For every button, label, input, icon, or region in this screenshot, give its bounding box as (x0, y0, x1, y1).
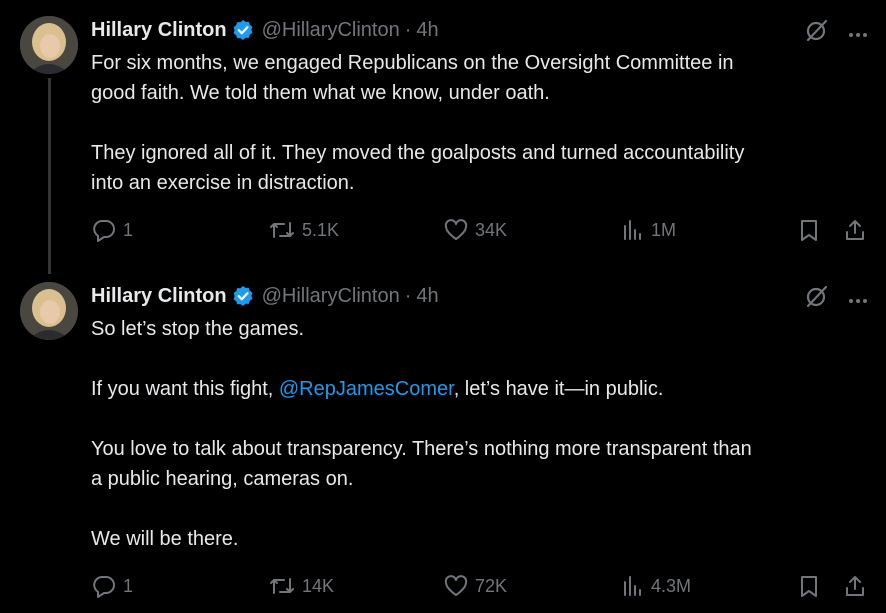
reply-count: 1 (123, 219, 134, 240)
tweet-text-line: So let’s stop the games. (91, 318, 305, 340)
tweet-header: Hillary Clinton @HillaryClinton · 4h (91, 16, 439, 44)
tweet-2[interactable]: Hillary Clinton @HillaryClinton · 4h So … (0, 270, 886, 613)
more-icon[interactable] (848, 25, 868, 43)
avatar[interactable] (20, 282, 78, 340)
tweet-text: For six months, we engaged Republicans o… (91, 48, 871, 198)
views-icon (621, 574, 645, 598)
repost-count: 14K (302, 575, 335, 596)
author-handle[interactable]: @HillaryClinton (262, 19, 400, 42)
share-icon (843, 218, 867, 242)
tweet-top-icons (804, 284, 868, 315)
tweet-text-line: You love to talk about transparency. The… (91, 438, 752, 460)
grok-icon[interactable] (804, 284, 830, 315)
like-icon (443, 218, 469, 242)
views-button[interactable]: 1M (621, 218, 676, 242)
timestamp[interactable]: 4h (416, 285, 438, 308)
tweet-1[interactable]: Hillary Clinton @HillaryClinton · 4h For… (0, 0, 886, 274)
tweet-text-line: a public hearing, cameras on. (91, 468, 354, 490)
tweet-text-line: They ignored all of it. They moved the g… (91, 142, 745, 164)
bookmark-button[interactable] (798, 574, 820, 598)
tweet-actions: 1 5.1K 34K 1M (91, 218, 871, 246)
repost-count: 5.1K (302, 219, 340, 240)
tweet-text-line: into an exercise in distraction. (91, 172, 355, 194)
like-button[interactable]: 34K (443, 218, 507, 242)
verified-badge-icon (232, 19, 254, 41)
views-count: 4.3M (651, 575, 692, 596)
bookmark-button[interactable] (798, 218, 820, 242)
reply-icon (91, 218, 117, 242)
verified-badge-icon (232, 285, 254, 307)
grok-icon[interactable] (804, 18, 830, 49)
thread-line (48, 78, 51, 274)
timestamp[interactable]: 4h (416, 19, 438, 42)
text-segment: , let’s have it—in public. (453, 378, 664, 400)
author-handle[interactable]: @HillaryClinton (262, 285, 400, 308)
reply-button[interactable]: 1 (91, 574, 133, 598)
separator-dot: · (404, 284, 412, 307)
separator-dot: · (404, 18, 412, 41)
tweet-text-line: If you want this fight, @RepJamesComer, … (91, 374, 871, 404)
bookmark-icon (798, 574, 820, 598)
author-name[interactable]: Hillary Clinton (91, 285, 227, 308)
views-icon (621, 218, 645, 242)
repost-button[interactable]: 14K (268, 574, 334, 598)
repost-icon (268, 574, 296, 598)
repost-button[interactable]: 5.1K (268, 218, 339, 242)
reply-icon (91, 574, 117, 598)
tweet-text-line: good faith. We told them what we know, u… (91, 82, 550, 104)
repost-icon (268, 218, 296, 242)
like-button[interactable]: 72K (443, 574, 507, 598)
tweet-top-icons (804, 18, 868, 49)
share-button[interactable] (843, 218, 867, 242)
tweet-text-line: We will be there. (91, 528, 239, 550)
tweet-header: Hillary Clinton @HillaryClinton · 4h (91, 282, 439, 310)
like-count: 34K (475, 219, 508, 240)
text-segment: If you want this fight, (91, 378, 279, 400)
like-count: 72K (475, 575, 508, 596)
share-icon (843, 574, 867, 598)
tweet-text: So let’s stop the games. If you want thi… (91, 314, 871, 554)
views-button[interactable]: 4.3M (621, 574, 691, 598)
views-count: 1M (651, 219, 677, 240)
avatar[interactable] (20, 16, 78, 74)
bookmark-icon (798, 218, 820, 242)
author-name[interactable]: Hillary Clinton (91, 19, 227, 42)
tweet-actions: 1 14K 72K 4.3M (91, 574, 871, 602)
more-icon[interactable] (848, 291, 868, 309)
share-button[interactable] (843, 574, 867, 598)
reply-count: 1 (123, 575, 134, 596)
mention-link[interactable]: @RepJamesComer (279, 378, 454, 400)
reply-button[interactable]: 1 (91, 218, 133, 242)
like-icon (443, 574, 469, 598)
tweet-text-line: For six months, we engaged Republicans o… (91, 52, 734, 74)
